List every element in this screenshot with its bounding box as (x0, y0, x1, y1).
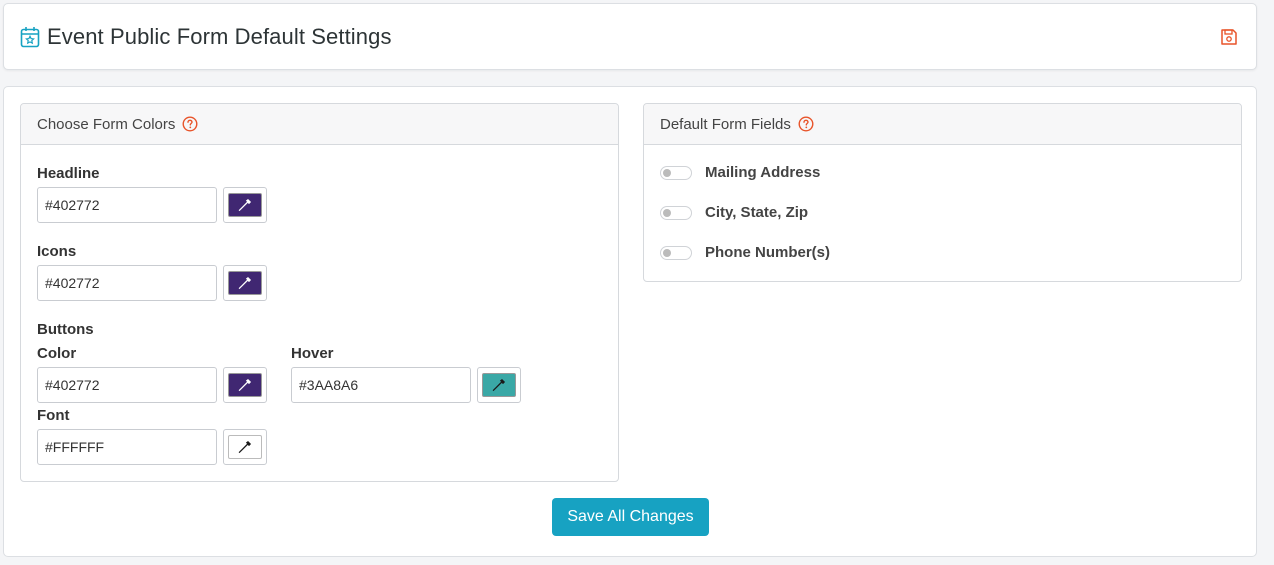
eyedropper-icon (238, 440, 252, 454)
button-font-picker[interactable] (223, 429, 267, 465)
toggle-knob (663, 208, 671, 217)
eyedropper-icon (492, 378, 506, 392)
buttons-label: Buttons (37, 321, 94, 338)
city-state-zip-label: City, State, Zip (705, 204, 809, 221)
toggle-knob (663, 168, 671, 177)
scrollbar-track[interactable] (1264, 0, 1274, 565)
question-circle-icon[interactable] (182, 116, 198, 132)
floppy-disk-icon[interactable] (1220, 28, 1238, 46)
page-title-wrap: Event Public Form Default Settings (20, 24, 392, 50)
form-colors-title: Choose Form Colors (37, 115, 176, 133)
button-color-swatch (228, 373, 262, 397)
field-row-mailing-address: Mailing Address (660, 164, 820, 181)
form-colors-panel: Choose Form Colors Headline Icons Button… (20, 103, 619, 482)
headline-swatch (228, 193, 262, 217)
default-form-fields-title: Default Form Fields (660, 115, 791, 133)
eyedropper-icon (238, 276, 252, 290)
button-font-input[interactable] (37, 429, 217, 465)
headline-label: Headline (37, 165, 100, 182)
toggle-knob (663, 248, 671, 257)
button-font-label: Font (37, 407, 70, 424)
button-color-input[interactable] (37, 367, 217, 403)
city-state-zip-toggle[interactable] (660, 205, 692, 220)
button-color-label: Color (37, 345, 77, 362)
mailing-address-label: Mailing Address (705, 164, 821, 181)
form-colors-header: Choose Form Colors (21, 104, 618, 145)
button-hover-input[interactable] (291, 367, 471, 403)
question-circle-icon[interactable] (798, 116, 814, 132)
page-title: Event Public Form Default Settings (47, 24, 392, 49)
button-color-picker[interactable] (223, 367, 267, 403)
headline-color-input[interactable] (37, 187, 217, 223)
default-form-fields-panel: Default Form Fields Mailing Address City… (643, 103, 1242, 282)
icons-color-picker[interactable] (223, 265, 267, 301)
button-hover-picker[interactable] (477, 367, 521, 403)
phone-numbers-label: Phone Number(s) (705, 244, 831, 261)
page-header: Event Public Form Default Settings (3, 3, 1257, 70)
calendar-star-icon (20, 27, 40, 48)
icons-color-input[interactable] (37, 265, 217, 301)
eyedropper-icon (238, 198, 252, 212)
headline-color-picker[interactable] (223, 187, 267, 223)
field-row-phone-numbers: Phone Number(s) (660, 244, 830, 261)
button-font-swatch (228, 435, 262, 459)
mailing-address-toggle[interactable] (660, 165, 692, 180)
icons-label: Icons (37, 243, 77, 260)
default-form-fields-header: Default Form Fields (644, 104, 1241, 145)
eyedropper-icon (238, 378, 252, 392)
phone-numbers-toggle[interactable] (660, 245, 692, 260)
icons-swatch (228, 271, 262, 295)
button-hover-swatch (482, 373, 516, 397)
settings-card: Choose Form Colors Headline Icons Button… (3, 86, 1257, 557)
button-hover-label: Hover (291, 345, 334, 362)
save-all-changes-button[interactable]: Save All Changes (552, 498, 709, 536)
field-row-city-state-zip: City, State, Zip (660, 204, 808, 221)
